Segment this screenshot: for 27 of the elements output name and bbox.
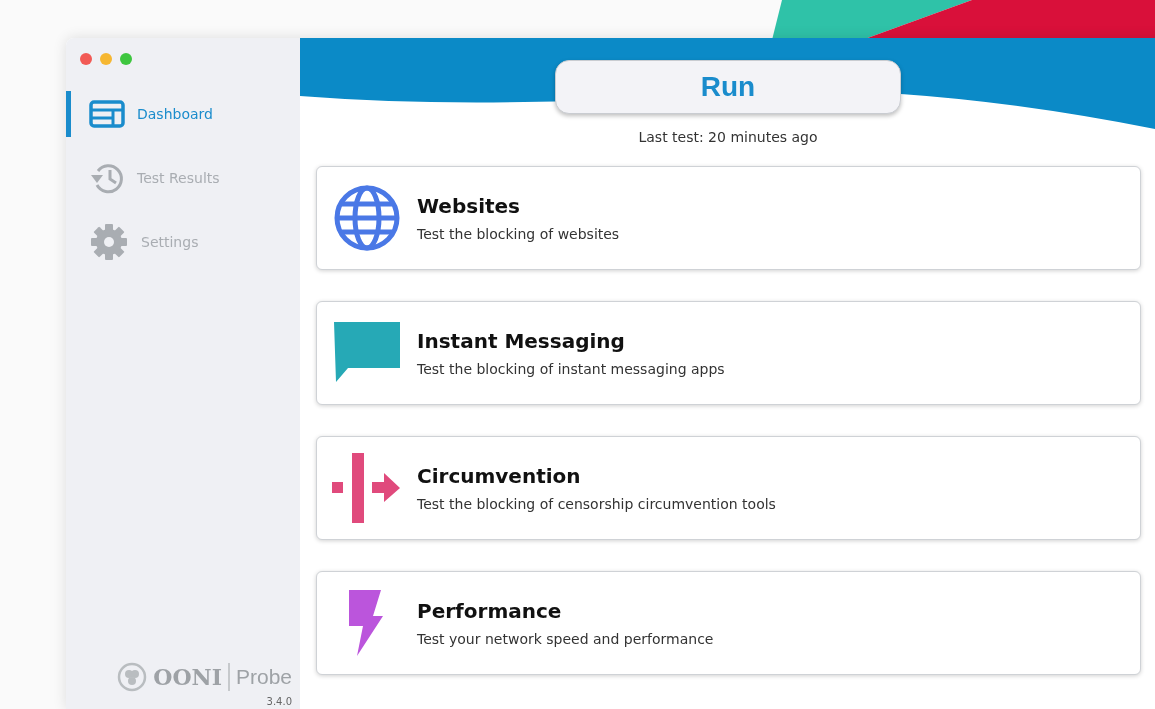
test-card[interactable]: Performance Test your network speed and performance <box>316 571 1141 675</box>
globe-icon <box>333 184 401 252</box>
test-description: Test your network speed and performance <box>417 631 714 647</box>
test-card[interactable]: Instant Messaging Test the blocking of instant messaging apps <box>316 301 1141 405</box>
window-control-button[interactable] <box>120 53 132 65</box>
history-icon <box>89 161 125 195</box>
version-label: 3.4.0 <box>266 696 292 707</box>
dashboard-icon <box>89 100 125 128</box>
test-title: Circumvention <box>417 464 582 488</box>
logo-wordmark: OONI <box>153 664 222 690</box>
test-title: Performance <box>417 599 563 623</box>
test-description: Test the blocking of instant messaging apps <box>417 361 725 377</box>
test-card[interactable]: Circumvention Test the blocking of censorship circumvention tools <box>316 436 1141 540</box>
test-title: Instant Messaging <box>417 329 626 353</box>
last-test-label: Last test: 20 minutes ago <box>638 129 818 145</box>
window-control-button[interactable] <box>80 53 92 65</box>
test-description: Test the blocking of censorship circumvention tools <box>417 496 776 512</box>
logo-icon <box>117 662 148 692</box>
window-control-button[interactable] <box>100 53 112 65</box>
barrier-arrow-icon <box>332 453 402 523</box>
gear-icon <box>89 222 129 262</box>
test-description: Test the blocking of websites <box>417 226 620 242</box>
lightning-icon <box>349 590 385 656</box>
chat-bubble-icon <box>334 322 400 384</box>
test-card[interactable]: Websites Test the blocking of websites <box>316 166 1141 270</box>
test-title: Websites <box>417 194 522 218</box>
logo-product-name: Probe <box>235 665 292 689</box>
